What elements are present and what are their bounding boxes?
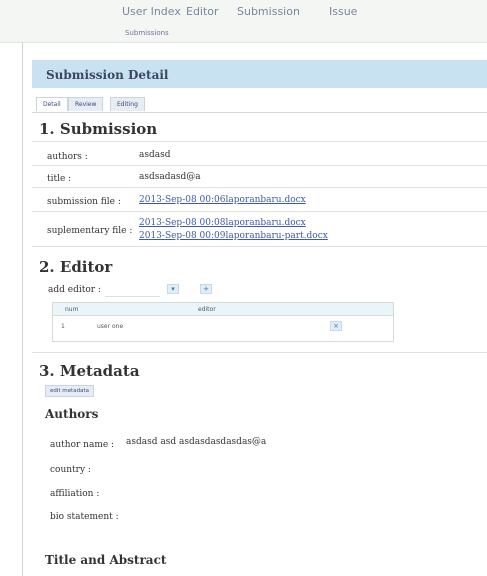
row-num: 1 <box>61 323 65 330</box>
section-submission-heading: 1. Submission <box>39 120 158 138</box>
section-metadata-heading: 3. Metadata <box>39 362 140 380</box>
column-header-num: num <box>65 306 79 313</box>
supplementary-file-link[interactable]: 2013-Sep-08 00:09laporanbaru-part.docx <box>139 231 328 241</box>
nav-user-index[interactable]: User Index <box>122 5 181 18</box>
authors-value: asdasd <box>139 150 171 160</box>
title-value: asdsadasd@a <box>139 172 201 182</box>
editor-table-header: num editor <box>53 303 393 316</box>
tab-editing[interactable]: Editing <box>110 97 145 111</box>
x-icon[interactable]: × <box>330 321 342 331</box>
panel-title: Submission Detail <box>46 68 169 82</box>
tab-bar: Detail Review Editing <box>32 96 487 113</box>
section-editor-heading: 2. Editor <box>39 258 113 276</box>
content-left-border <box>22 42 23 576</box>
plus-icon[interactable]: + <box>200 284 212 294</box>
divider <box>32 352 487 353</box>
divider <box>32 246 487 247</box>
author-name-value: asdasd asd asdasdasdasdas@a <box>126 437 267 447</box>
row-editor: user one <box>97 323 124 330</box>
bio-statement-label: bio statement : <box>50 512 119 522</box>
divider <box>32 165 487 166</box>
editor-table: num editor 1 user one × <box>52 302 394 342</box>
authors-label: authors : <box>47 152 88 162</box>
title-abstract-heading: Title and Abstract <box>45 553 167 567</box>
affiliation-label: affiliation : <box>50 489 100 499</box>
authors-heading: Authors <box>45 407 99 421</box>
divider <box>32 141 487 142</box>
nav-submission[interactable]: Submission <box>237 5 300 18</box>
edit-metadata-button[interactable]: edit metadata <box>45 385 94 397</box>
chevron-down-icon[interactable]: ▾ <box>167 284 179 294</box>
tab-review[interactable]: Review <box>68 97 104 111</box>
supplementary-file-link[interactable]: 2013-Sep-08 00:08laporanbaru.docx <box>139 218 306 228</box>
nav-issue[interactable]: Issue <box>329 5 357 18</box>
tab-detail[interactable]: Detail <box>36 97 68 111</box>
country-label: country : <box>50 465 91 475</box>
top-nav: User Index Editor Submission Issue <box>0 0 487 20</box>
submission-file-link[interactable]: 2013-Sep-08 00:06laporanbaru.docx <box>139 195 306 205</box>
nav-editor[interactable]: Editor <box>186 5 219 18</box>
submission-file-label: submission file : <box>47 197 121 207</box>
editor-select[interactable] <box>105 286 160 297</box>
add-editor-label: add editor : <box>48 285 101 295</box>
divider <box>32 211 487 212</box>
sub-nav: Submissions <box>0 20 487 43</box>
divider <box>32 187 487 188</box>
supplementary-file-label: suplementary file : <box>47 226 133 236</box>
title-label: title : <box>47 174 72 184</box>
subnav-submissions[interactable]: Submissions <box>125 29 169 37</box>
author-name-label: author name : <box>50 440 115 450</box>
column-header-editor: editor <box>198 306 216 313</box>
panel-header: Submission Detail <box>32 60 487 88</box>
